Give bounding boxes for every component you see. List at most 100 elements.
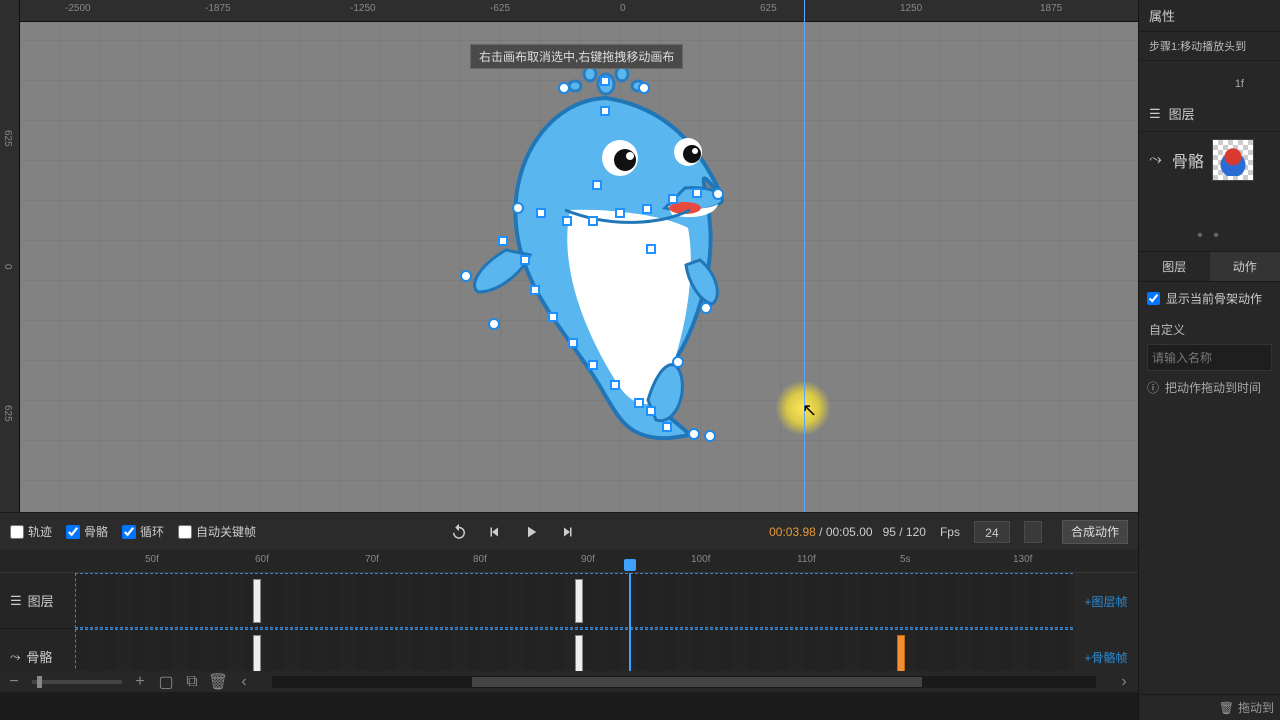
- bone-icon: ⤳: [10, 649, 20, 665]
- canvas-hint: 右击画布取消选中,右键拖拽移动画布: [470, 44, 683, 69]
- tool-b-icon[interactable]: ⧉: [184, 674, 200, 690]
- bone-node[interactable]: [668, 194, 678, 204]
- panel-step: 步骤1:移动播放头到: [1139, 32, 1280, 60]
- info-icon: ⓘ: [1147, 379, 1159, 396]
- track-layer[interactable]: [75, 573, 1138, 629]
- bone-node[interactable]: [498, 236, 508, 246]
- playback-bar: 轨迹 骨骼 循环 自动关键帧 00:03.98 / 00:05.00 95 / …: [0, 512, 1138, 550]
- ruler-v-tick: 625: [2, 405, 13, 422]
- chk-show-bone-action[interactable]: 显示当前骨架动作: [1139, 282, 1280, 315]
- frame-badge: 1f: [1235, 78, 1244, 90]
- chk-track[interactable]: 轨迹: [10, 523, 52, 540]
- compose-action-button[interactable]: 合成动作: [1062, 520, 1128, 544]
- add-layer-keyframe-button[interactable]: +图层帧: [1074, 573, 1138, 629]
- bone-node[interactable]: [600, 76, 610, 86]
- bone-node[interactable]: [600, 106, 610, 116]
- timeline-header-layer[interactable]: ☰ 图层: [0, 573, 75, 629]
- zoom-in-button[interactable]: +: [132, 674, 148, 690]
- chk-bone[interactable]: 骨骼: [66, 523, 108, 540]
- prev-frame-button[interactable]: [486, 523, 504, 541]
- timeline: ☰ 图层 ⤳ 骨骼 50f60f70f80f90f100f110f5s130f …: [0, 550, 1138, 692]
- bone-joint[interactable]: [700, 302, 712, 314]
- bone-node[interactable]: [562, 216, 572, 226]
- drag-hint: ⓘ 把动作拖动到时间: [1139, 371, 1280, 404]
- drag-to-label[interactable]: 拖动到: [1238, 699, 1274, 716]
- scroll-right-icon[interactable]: ›: [1116, 674, 1132, 690]
- bone-joint[interactable]: [460, 270, 472, 282]
- bone-joint[interactable]: [712, 188, 724, 200]
- name-input[interactable]: 请输入名称: [1147, 344, 1272, 371]
- timeline-add-column: +图层帧 +骨骼帧: [1074, 573, 1138, 685]
- keyframe[interactable]: [575, 579, 583, 623]
- properties-panel: 属性 步骤1:移动播放头到 1f ☰ 图层 ⤳ 骨骼 • • 图层 动作 显示当…: [1138, 0, 1280, 720]
- timeline-playhead[interactable]: [629, 573, 631, 671]
- panel-spacer: [1139, 60, 1280, 96]
- tool-a-icon[interactable]: ▢: [158, 674, 174, 690]
- bone-node[interactable]: [646, 244, 656, 254]
- bone-node[interactable]: [642, 204, 652, 214]
- fps-dropdown[interactable]: [1024, 521, 1042, 543]
- panel-row-bone[interactable]: ⤳ 骨骼: [1139, 131, 1280, 187]
- bone-node[interactable]: [610, 380, 620, 390]
- zoom-out-button[interactable]: −: [6, 674, 22, 690]
- trash-icon[interactable]: 🗑: [1219, 701, 1234, 715]
- bone-thumbnail[interactable]: [1212, 139, 1254, 181]
- panel-bottom: 🗑 拖动到: [1139, 694, 1280, 720]
- chk-autokey[interactable]: 自动关键帧: [178, 523, 256, 540]
- bone-joint[interactable]: [558, 82, 570, 94]
- fps-label: Fps: [940, 525, 960, 539]
- cursor-icon: ↖: [802, 400, 817, 421]
- bone-node[interactable]: [588, 360, 598, 370]
- bone-joint[interactable]: [638, 82, 650, 94]
- panel-tabs: 图层 动作: [1139, 251, 1280, 282]
- bone-node[interactable]: [548, 312, 558, 322]
- zoom-slider[interactable]: [32, 680, 122, 684]
- playback-controls: [450, 523, 576, 541]
- keyframe[interactable]: [253, 579, 261, 623]
- bone-joint[interactable]: [512, 202, 524, 214]
- bone-node[interactable]: [592, 180, 602, 190]
- bone-joint[interactable]: [672, 356, 684, 368]
- bone-joint[interactable]: [688, 428, 700, 440]
- rewind-button[interactable]: [450, 523, 468, 541]
- bone-joint[interactable]: [488, 318, 500, 330]
- ruler-v-tick: 625: [2, 130, 13, 147]
- fps-input[interactable]: 24: [974, 521, 1010, 543]
- layers-icon: ☰: [1149, 106, 1161, 122]
- ruler-horizontal: -2500-1875-1250-625062512501875: [20, 0, 1138, 22]
- delete-button[interactable]: 🗑: [210, 674, 226, 690]
- bone-node[interactable]: [615, 208, 625, 218]
- tab-layer[interactable]: 图层: [1139, 252, 1210, 281]
- ruler-playhead-mark: [804, 0, 805, 512]
- scroll-left-icon[interactable]: ‹: [236, 674, 252, 690]
- bone-node[interactable]: [692, 188, 702, 198]
- bone-node[interactable]: [536, 208, 546, 218]
- tab-action[interactable]: 动作: [1210, 252, 1280, 281]
- ruler-v-tick: 0: [2, 264, 13, 270]
- play-button[interactable]: [522, 523, 540, 541]
- layers-icon: ☰: [10, 593, 22, 609]
- chk-loop[interactable]: 循环: [122, 523, 164, 540]
- bone-node[interactable]: [588, 216, 598, 226]
- bone-node[interactable]: [530, 285, 540, 295]
- next-frame-button[interactable]: [558, 523, 576, 541]
- custom-label[interactable]: 自定义: [1139, 315, 1280, 344]
- ruler-vertical: 625 0 625: [0, 0, 20, 512]
- bone-node[interactable]: [568, 338, 578, 348]
- bone-node[interactable]: [520, 255, 530, 265]
- canvas[interactable]: 右击画布取消选中,右键拖拽移动画布: [20, 0, 1138, 512]
- timecode: 00:03.98 / 00:05.00 95 / 120: [769, 525, 926, 539]
- timeline-ruler[interactable]: 50f60f70f80f90f100f110f5s130f: [75, 550, 1138, 573]
- bone-node[interactable]: [634, 398, 644, 408]
- pager-dots: • •: [1139, 187, 1280, 251]
- timeline-tracks[interactable]: [75, 573, 1138, 671]
- character-dolphin[interactable]: [460, 60, 740, 460]
- bone-joint[interactable]: [704, 430, 716, 442]
- panel-title: 属性: [1139, 0, 1280, 32]
- bone-node[interactable]: [646, 406, 656, 416]
- panel-row-layer[interactable]: ☰ 图层: [1139, 96, 1280, 131]
- bone-icon: ⤳: [1143, 151, 1168, 169]
- bone-node[interactable]: [662, 422, 672, 432]
- timeline-scrollbar[interactable]: [272, 676, 1096, 688]
- timeline-bottom-toolbar: − + ▢ ⧉ 🗑 ‹ ›: [0, 671, 1138, 692]
